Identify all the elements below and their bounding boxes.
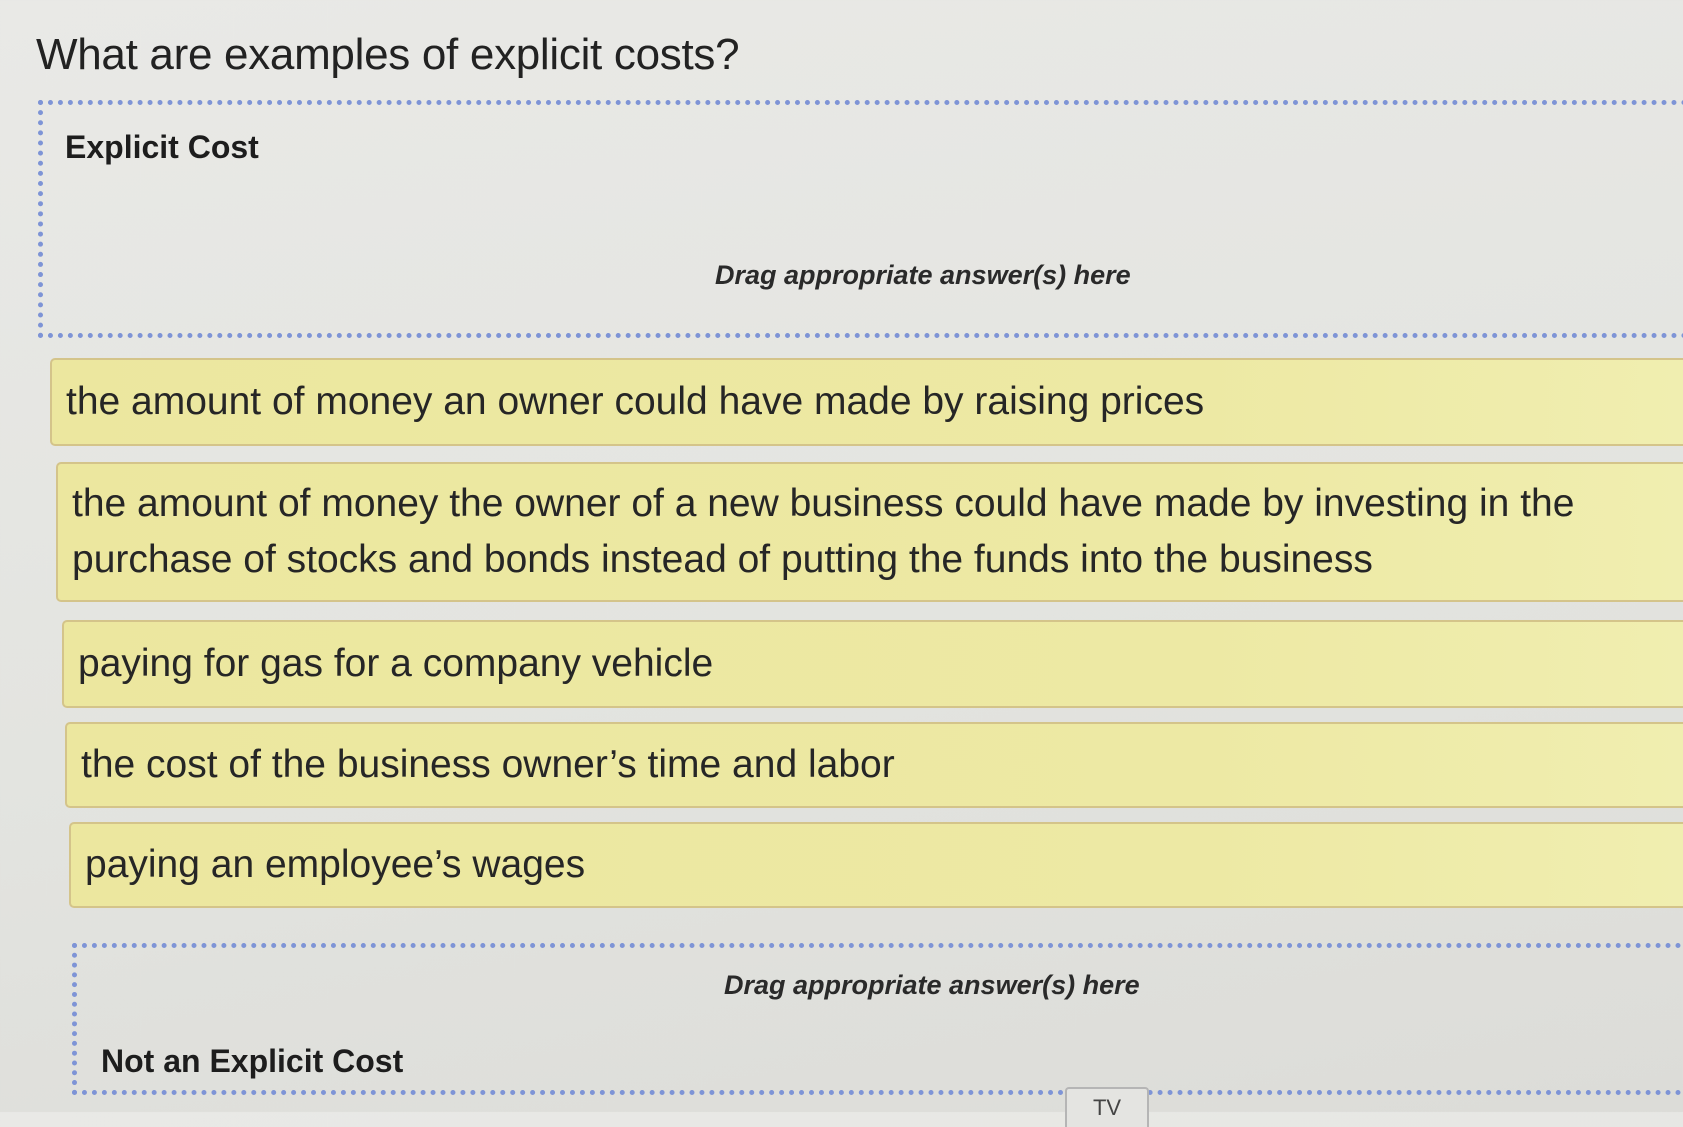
- answer-card-text: paying an employee’s wages: [85, 843, 586, 886]
- answer-card-gas-vehicle[interactable]: paying for gas for a company vehicle: [62, 620, 1683, 708]
- not-explicit-cost-dropzone[interactable]: Drag appropriate answer(s) here Not an E…: [72, 943, 1683, 1095]
- answer-card-owner-time-labor[interactable]: the cost of the business owner’s time an…: [65, 722, 1683, 808]
- answer-card-employee-wages[interactable]: paying an employee’s wages: [69, 822, 1683, 908]
- answer-card-text: the cost of the business owner’s time an…: [81, 743, 895, 786]
- answer-card-text: the amount of money the owner of a new b…: [72, 482, 1575, 581]
- answer-card-text: paying for gas for a company vehicle: [78, 642, 714, 685]
- explicit-cost-label: Explicit Cost: [65, 129, 259, 165]
- explicit-cost-drag-hint: Drag appropriate answer(s) here: [715, 260, 1131, 290]
- answer-card-stocks-bonds[interactable]: the amount of money the owner of a new b…: [56, 462, 1683, 602]
- footer-tab[interactable]: TV: [1065, 1087, 1149, 1127]
- not-explicit-cost-drag-hint: Drag appropriate answer(s) here: [724, 970, 1140, 1000]
- explicit-cost-dropzone[interactable]: Explicit Cost Drag appropriate answer(s)…: [38, 100, 1683, 338]
- answer-card-text: the amount of money an owner could have …: [66, 380, 1205, 423]
- not-explicit-cost-label: Not an Explicit Cost: [101, 1043, 404, 1079]
- question-title: What are examples of explicit costs?: [36, 30, 740, 79]
- answer-card-raising-prices[interactable]: the amount of money an owner could have …: [50, 358, 1683, 446]
